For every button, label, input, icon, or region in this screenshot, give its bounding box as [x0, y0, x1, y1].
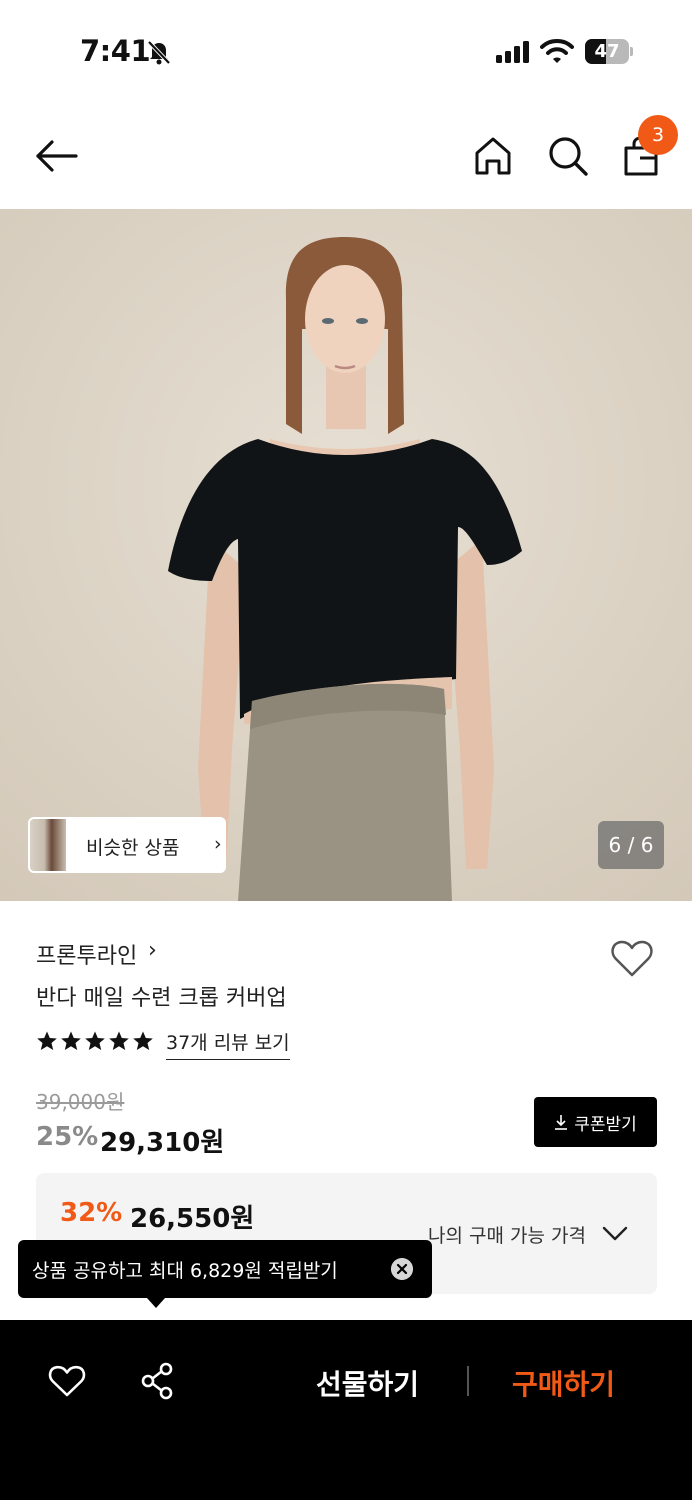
search-icon[interactable]: [546, 134, 590, 178]
divider: [467, 1366, 469, 1396]
gift-button[interactable]: 선물하기: [316, 1363, 419, 1403]
share-reward-tooltip: 상품 공유하고 최대 6,829원 적립받기: [18, 1240, 432, 1308]
battery-icon: 47: [585, 39, 633, 64]
tooltip-text: 상품 공유하고 최대 6,829원 적립받기: [32, 1260, 338, 1282]
sale-price: 29,310원: [100, 1128, 225, 1158]
tooltip-arrow: [147, 1298, 165, 1308]
home-icon[interactable]: [472, 134, 514, 178]
chevron-down-icon[interactable]: [602, 1223, 628, 1243]
discount-rate: 25%: [36, 1122, 99, 1152]
star-icon: [37, 1031, 57, 1050]
status-time: 7:41: [80, 34, 151, 68]
bottom-action-bar: 선물하기 구매하기: [0, 1320, 692, 1500]
coupon-button-label: 쿠폰받기: [574, 1114, 637, 1135]
original-price: 39,000원: [36, 1090, 125, 1114]
heart-icon[interactable]: [48, 1364, 86, 1398]
star-icon: [133, 1031, 153, 1050]
brand-link[interactable]: 프론투라인: [36, 938, 137, 970]
back-arrow-icon[interactable]: [32, 134, 80, 178]
download-icon: [555, 1115, 568, 1130]
my-discount-rate: 32%: [60, 1198, 123, 1228]
top-nav: 3: [0, 100, 692, 208]
share-icon[interactable]: [140, 1362, 174, 1400]
close-icon[interactable]: [391, 1258, 413, 1280]
product-photo: [0, 209, 692, 901]
buy-button[interactable]: 구매하기: [512, 1363, 615, 1403]
chevron-right-icon: ›: [214, 833, 222, 855]
star-icon: [109, 1031, 129, 1050]
my-price: 26,550원: [130, 1204, 255, 1234]
wifi-icon: [540, 39, 574, 63]
similar-products-button[interactable]: 비슷한 상품 ›: [28, 817, 226, 873]
product-name: 반다 매일 수련 크롭 커버업: [36, 986, 287, 1011]
similar-products-label: 비슷한 상품: [86, 837, 180, 859]
bell-slash-icon: [147, 40, 171, 65]
chevron-right-icon: ›: [148, 938, 157, 963]
star-icon: [61, 1031, 81, 1050]
image-counter: 6 / 6: [598, 821, 664, 869]
heart-icon[interactable]: [610, 938, 654, 978]
reviews-link[interactable]: 37개 리뷰 보기: [166, 1028, 290, 1060]
cart-count-badge: 3: [638, 115, 678, 155]
product-image[interactable]: 비슷한 상품 › 6 / 6: [0, 209, 692, 901]
coupon-button[interactable]: 쿠폰받기: [534, 1097, 657, 1147]
signal-icon: [496, 41, 529, 63]
status-bar: 7:41 47: [0, 0, 692, 100]
star-icon: [85, 1031, 105, 1050]
my-price-label: 나의 구매 가능 가격: [428, 1225, 586, 1247]
battery-level: 47: [594, 41, 620, 62]
similar-thumbnail: [30, 819, 66, 871]
rating-stars: [36, 1030, 154, 1056]
